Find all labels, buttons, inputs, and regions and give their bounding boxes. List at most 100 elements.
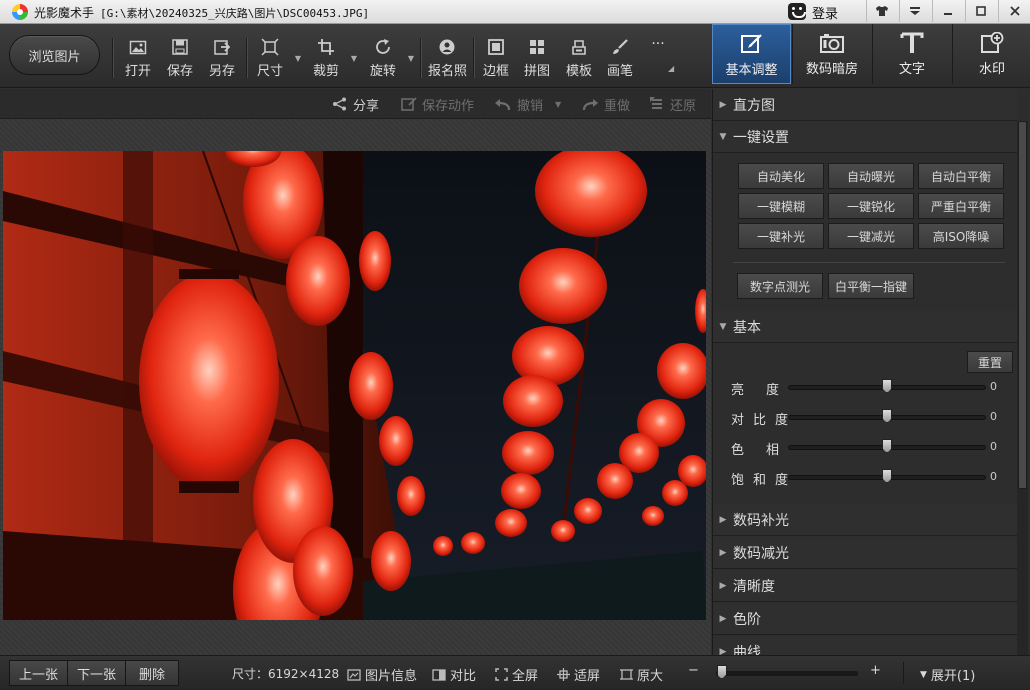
tab-label: 水印 bbox=[978, 62, 1005, 77]
save-button[interactable]: 保存 bbox=[161, 34, 199, 82]
image-canvas-area[interactable] bbox=[0, 119, 711, 655]
browse-images-button[interactable]: 浏览图片 bbox=[9, 35, 100, 75]
panel-scrollbar[interactable] bbox=[1017, 121, 1028, 655]
tool-label: 报名照 bbox=[428, 64, 468, 79]
zoom-slider-track[interactable] bbox=[716, 671, 858, 676]
dropdown-arrow-icon[interactable]: ▼ bbox=[408, 54, 414, 63]
brush-button[interactable]: 画笔 bbox=[601, 34, 639, 82]
login-link[interactable]: 登录 bbox=[812, 3, 838, 22]
save-as-button[interactable]: 另存 bbox=[203, 34, 241, 82]
compare-button[interactable]: 对比 bbox=[432, 665, 476, 684]
one-click-reduce-light-button[interactable]: 一键减光 bbox=[828, 223, 914, 249]
tab-text[interactable]: 文字 bbox=[872, 24, 951, 84]
section-levels[interactable]: ▶ 色阶 bbox=[713, 603, 1017, 635]
delete-button[interactable]: 删除 bbox=[125, 660, 179, 686]
tab-watermark[interactable]: 水印 bbox=[952, 24, 1030, 84]
slider-value: 0 bbox=[990, 440, 997, 453]
section-clarity[interactable]: ▶ 清晰度 bbox=[713, 570, 1017, 602]
scrollbar-thumb[interactable] bbox=[1018, 121, 1027, 489]
tab-basic-adjust[interactable]: 基本调整 bbox=[712, 24, 791, 84]
dropdown-arrow-icon[interactable]: ▼ bbox=[295, 54, 301, 63]
auto-exposure-button[interactable]: 自动曝光 bbox=[828, 163, 914, 189]
shirt-icon bbox=[875, 6, 888, 16]
section-one-click[interactable]: ▼ 一键设置 bbox=[713, 121, 1017, 153]
expand-arrow-icon: ◢ bbox=[668, 64, 675, 73]
border-button[interactable]: 边框 bbox=[477, 34, 515, 82]
restore-button[interactable]: 还原 bbox=[649, 95, 696, 114]
fullscreen-button[interactable]: 全屏 bbox=[495, 665, 538, 684]
hue-slider-thumb[interactable] bbox=[882, 439, 892, 453]
previous-image-button[interactable]: 上一张 bbox=[9, 660, 68, 686]
fullscreen-label: 全屏 bbox=[512, 669, 539, 684]
zoom-in-button[interactable]: + bbox=[870, 663, 881, 678]
slider-label: 对比度 bbox=[731, 413, 798, 428]
one-click-blur-button[interactable]: 一键模糊 bbox=[738, 193, 824, 219]
minimize-button[interactable] bbox=[932, 0, 962, 22]
dropdown-arrow-icon[interactable]: ▼ bbox=[351, 54, 357, 63]
slider-value: 0 bbox=[990, 380, 997, 393]
share-icon bbox=[333, 97, 346, 111]
id-photo-button[interactable]: 报名照 bbox=[428, 34, 468, 82]
slider-value: 0 bbox=[990, 410, 997, 423]
more-tools-button[interactable]: ··· ◢ bbox=[643, 34, 675, 82]
zoom-slider-thumb[interactable] bbox=[716, 665, 727, 679]
collapsed-arrow-icon: ▶ bbox=[719, 580, 727, 591]
saturation-slider-thumb[interactable] bbox=[882, 469, 892, 483]
save-action-button[interactable]: 保存动作 bbox=[401, 95, 474, 114]
template-button[interactable]: 模板 bbox=[560, 34, 598, 82]
next-image-button[interactable]: 下一张 bbox=[67, 660, 126, 686]
crop-button[interactable]: 裁剪 ▼ bbox=[307, 34, 357, 82]
menu-button[interactable] bbox=[899, 0, 929, 22]
adjust-panel: ▶ 直方图 ▼ 一键设置 自动美化 自动曝光 自动白平衡 一键模糊 一键锐化 严重白… bbox=[712, 89, 1030, 655]
section-histogram[interactable]: ▶ 直方图 bbox=[713, 89, 1017, 121]
auto-white-balance-button[interactable]: 自动白平衡 bbox=[918, 163, 1004, 189]
photo-red-lanterns[interactable] bbox=[3, 151, 706, 620]
collage-button[interactable]: 拼图 bbox=[518, 34, 556, 82]
expand-button[interactable]: ▼ 展开(1) bbox=[920, 665, 975, 684]
maximize-button[interactable] bbox=[965, 0, 995, 22]
expand-label: 展开(1) bbox=[930, 669, 976, 684]
menu-chevron-icon bbox=[909, 7, 920, 15]
brightness-slider-thumb[interactable] bbox=[882, 379, 892, 393]
undo-dropdown-icon[interactable]: ▼ bbox=[555, 100, 561, 109]
undo-button[interactable]: 撤销 ▼ bbox=[494, 95, 561, 114]
share-button[interactable]: 分享 bbox=[332, 95, 379, 114]
save-icon bbox=[172, 39, 188, 55]
image-info-button[interactable]: 图片信息 bbox=[347, 665, 417, 684]
image-info-label: 图片信息 bbox=[365, 669, 418, 684]
severe-white-balance-button[interactable]: 严重白平衡 bbox=[918, 193, 1004, 219]
open-button[interactable]: 打开 bbox=[119, 34, 157, 82]
zoom-out-button[interactable]: − bbox=[688, 663, 699, 678]
section-curves[interactable]: ▶ 曲线 bbox=[713, 636, 1017, 655]
white-balance-picker-button[interactable]: 白平衡一指键 bbox=[828, 273, 914, 299]
tab-digital-darkroom[interactable]: 数码暗房 bbox=[792, 24, 871, 84]
skin-button[interactable] bbox=[866, 0, 896, 22]
section-title: 直方图 bbox=[733, 97, 775, 114]
auto-beautify-button[interactable]: 自动美化 bbox=[738, 163, 824, 189]
section-digital-fill-light[interactable]: ▶ 数码补光 bbox=[713, 504, 1017, 536]
section-basic[interactable]: ▼ 基本 bbox=[713, 311, 1017, 343]
one-click-fill-light-button[interactable]: 一键补光 bbox=[738, 223, 824, 249]
redo-button[interactable]: 重做 bbox=[581, 95, 631, 114]
app-name: 光影魔术手 bbox=[34, 6, 95, 20]
one-click-sharpen-button[interactable]: 一键锐化 bbox=[828, 193, 914, 219]
section-title: 基本 bbox=[733, 319, 761, 336]
user-face-icon[interactable] bbox=[788, 3, 806, 20]
tab-label: 数码暗房 bbox=[805, 62, 858, 77]
compare-label: 对比 bbox=[450, 669, 477, 684]
high-iso-denoise-button[interactable]: 高ISO降噪 bbox=[918, 223, 1004, 249]
reset-button[interactable]: 重置 bbox=[967, 351, 1013, 373]
digital-spot-metering-button[interactable]: 数字点测光 bbox=[737, 273, 823, 299]
section-digital-reduce-light[interactable]: ▶ 数码减光 bbox=[713, 537, 1017, 569]
section-title: 数码补光 bbox=[733, 512, 789, 529]
rotate-button[interactable]: 旋转 ▼ bbox=[364, 34, 414, 82]
close-button[interactable] bbox=[998, 0, 1030, 22]
tool-label: 画笔 bbox=[606, 64, 633, 79]
contrast-slider-thumb[interactable] bbox=[882, 409, 892, 423]
open-image-icon bbox=[129, 40, 147, 55]
redo-label: 重做 bbox=[604, 98, 631, 114]
section-title: 清晰度 bbox=[733, 578, 775, 595]
fit-screen-button[interactable]: 适屏 bbox=[557, 665, 600, 684]
original-size-button[interactable]: 原大 bbox=[620, 665, 663, 684]
resize-button[interactable]: 尺寸 ▼ bbox=[251, 34, 301, 82]
